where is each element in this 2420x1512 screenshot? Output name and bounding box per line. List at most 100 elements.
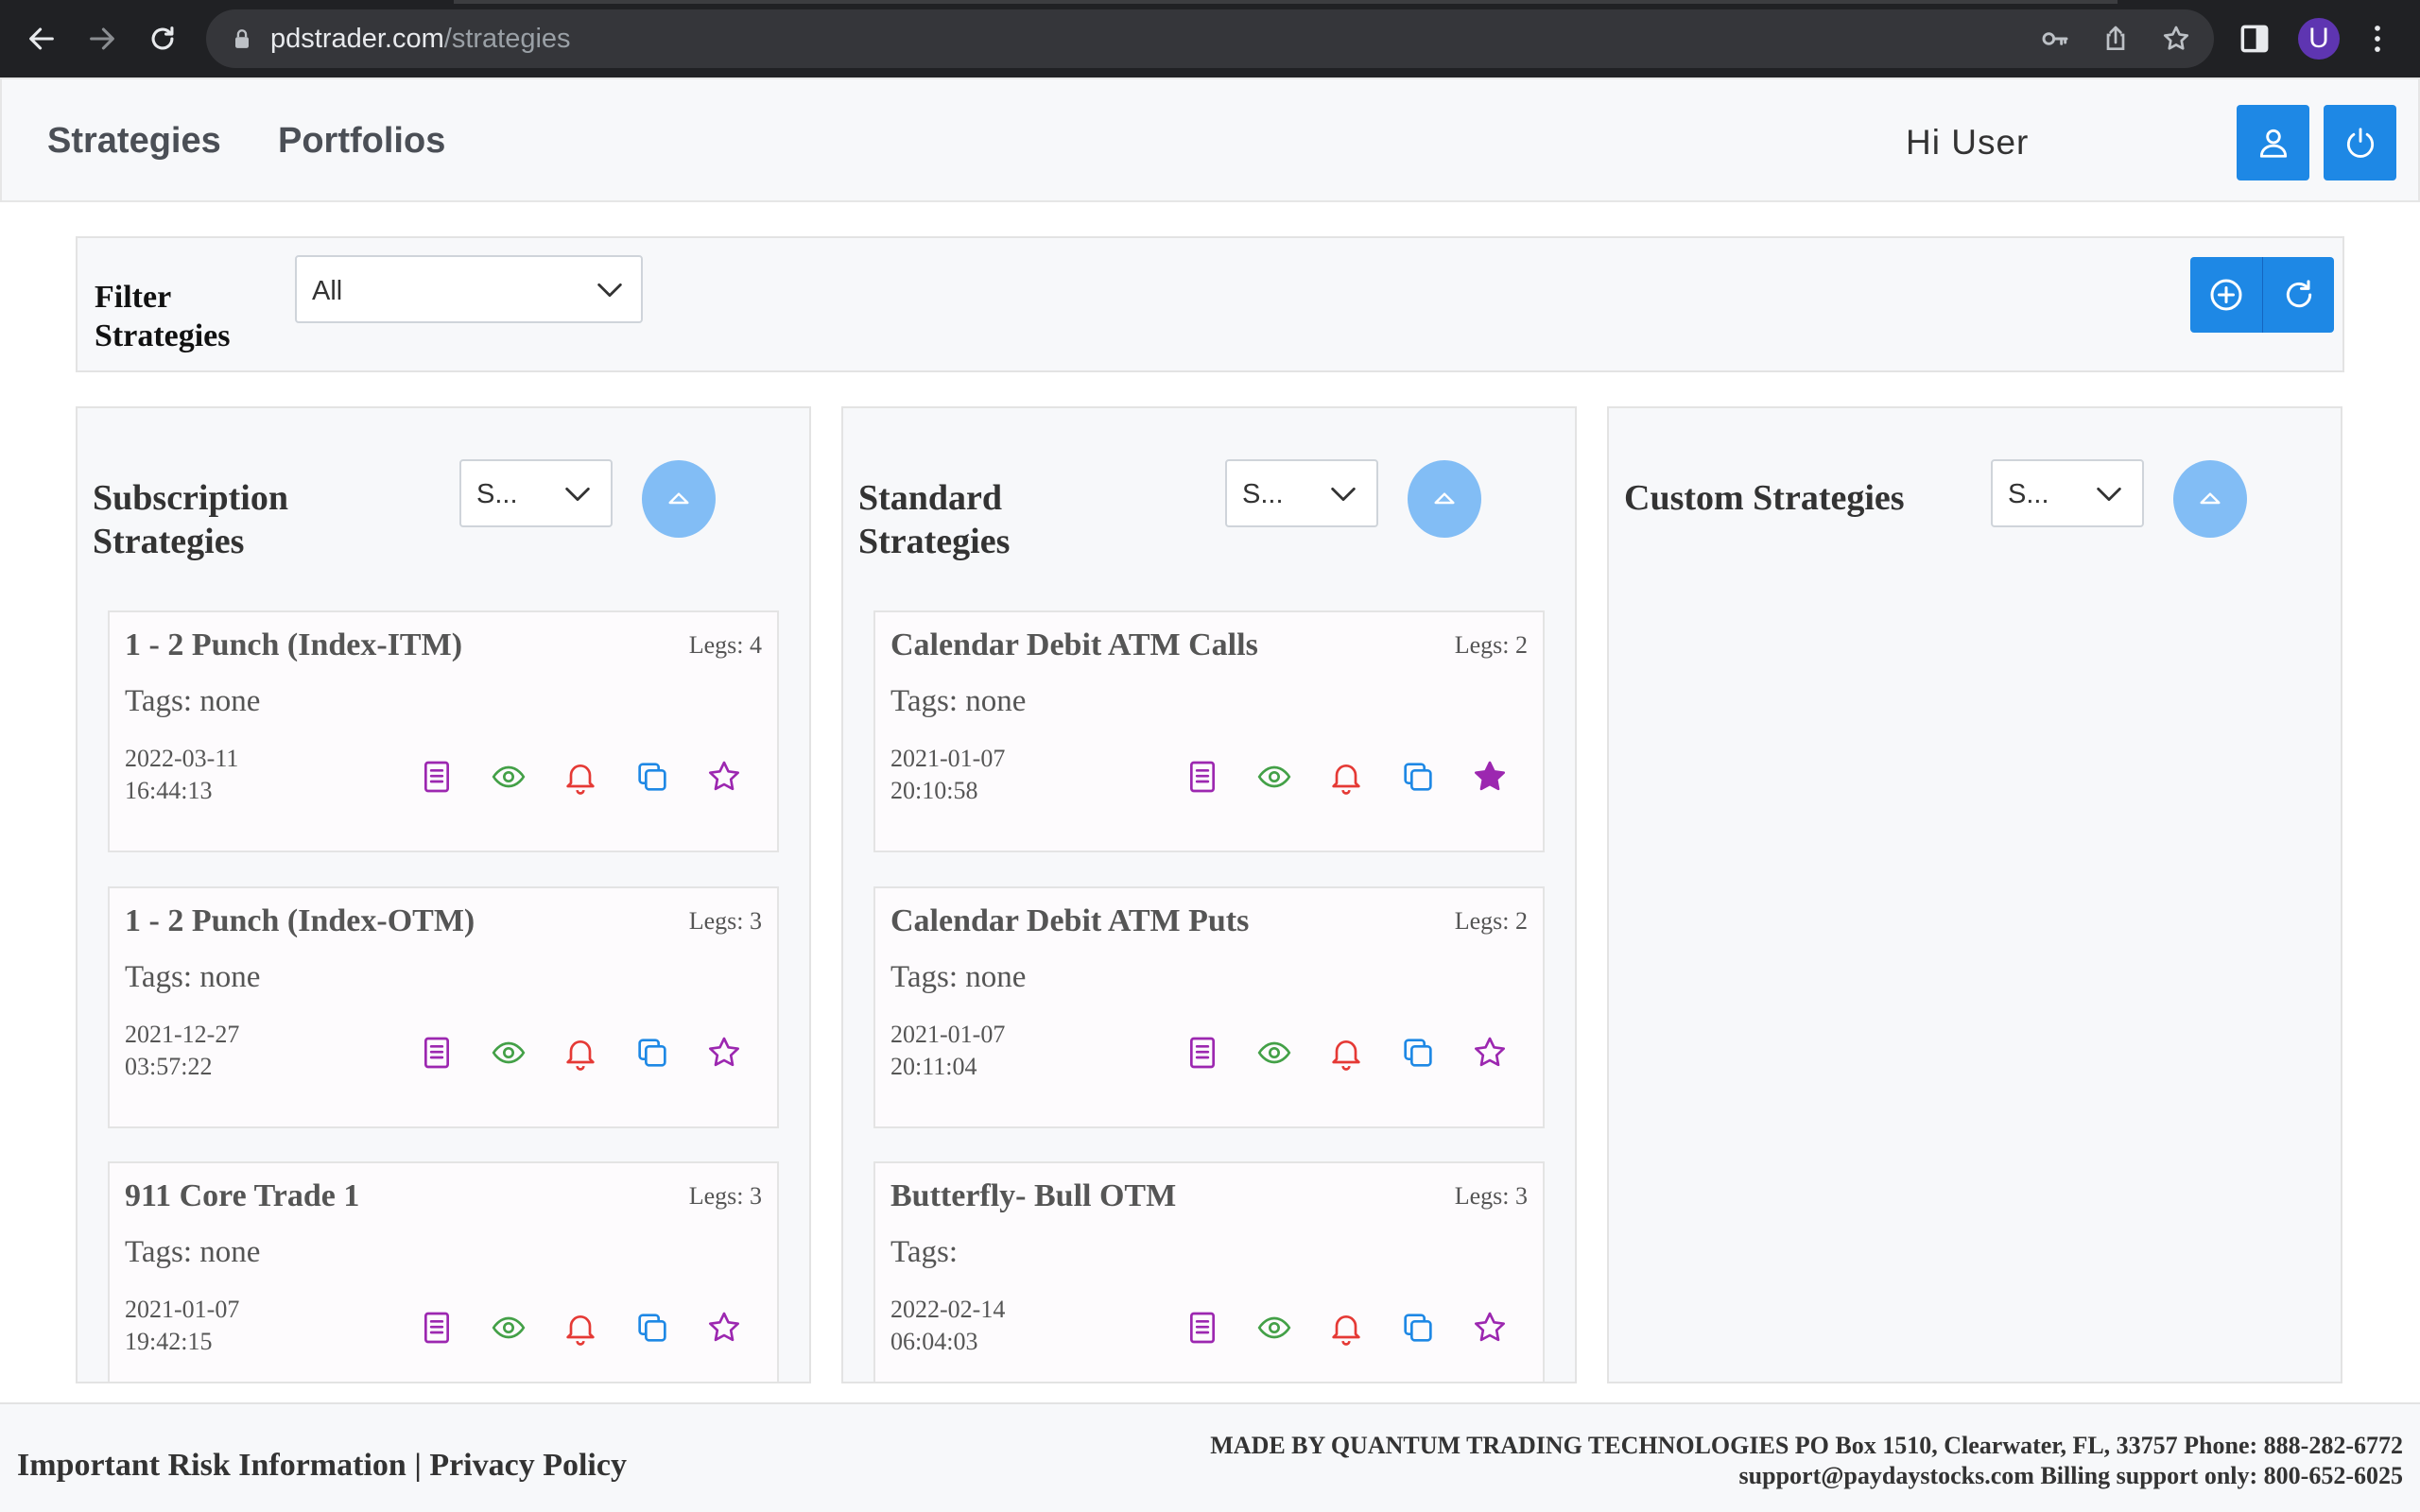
profile-button[interactable] (2237, 105, 2309, 180)
lock-icon (235, 29, 249, 48)
alert-button[interactable] (562, 1034, 599, 1072)
bell-icon (1332, 1040, 1360, 1071)
strategy-tags: Tags: none (125, 684, 261, 718)
back-button[interactable] (21, 18, 62, 60)
view-button[interactable] (490, 758, 527, 796)
favorite-button[interactable] (1471, 1309, 1509, 1347)
column-title-line1: Subscription (93, 478, 288, 518)
view-button[interactable] (1255, 758, 1293, 796)
strategy-tags: Tags: (890, 1235, 959, 1269)
filter-label-line1: Filter (95, 280, 172, 315)
add-strategy-button[interactable] (2190, 257, 2262, 333)
strategy-card[interactable]: Calendar Debit ATM Calls Legs: 2 Tags: non… (873, 610, 1545, 852)
legs-count: Legs: 4 (688, 631, 762, 659)
forward-button[interactable] (81, 18, 123, 60)
alert-button[interactable] (1327, 1034, 1365, 1072)
share-icon[interactable] (2100, 24, 2131, 54)
favorite-button[interactable] (705, 758, 743, 796)
copy-button[interactable] (633, 1309, 671, 1347)
favorite-button[interactable] (1471, 758, 1509, 796)
collapse-column-button[interactable] (642, 460, 716, 538)
bookmark-star-icon[interactable] (2161, 24, 2191, 54)
side-panel-icon[interactable] (2237, 21, 2273, 57)
reload-button[interactable] (142, 18, 183, 60)
view-button[interactable] (490, 1034, 527, 1072)
strategy-title[interactable]: 1 - 2 Punch (Index-ITM) (125, 627, 462, 663)
strategy-card[interactable]: 911 Core Trade 1 Legs: 3 Tags: none 2021-01… (108, 1161, 779, 1382)
standard-strategies-column: Standard Strategies S... Calendar Debit ATM… (841, 406, 1577, 1383)
collapse-column-button[interactable] (1408, 460, 1481, 538)
alert-button[interactable] (1327, 1309, 1365, 1347)
copy-button[interactable] (633, 1034, 671, 1072)
docs-button[interactable] (1184, 1309, 1221, 1347)
favorite-button[interactable] (1471, 1034, 1509, 1072)
nav-strategies[interactable]: Strategies (47, 121, 221, 162)
copy-button[interactable] (1399, 758, 1437, 796)
view-button[interactable] (1255, 1034, 1293, 1072)
strategy-tags: Tags: none (890, 960, 1027, 994)
menu-kebab-icon[interactable] (2360, 21, 2395, 57)
filter-label-line2: Strategies (95, 318, 231, 353)
strategy-title[interactable]: Butterfly- Bull OTM (890, 1178, 1176, 1214)
docs-button[interactable] (418, 1034, 456, 1072)
strategy-tags: Tags: none (125, 960, 261, 994)
sort-select[interactable]: S... (1991, 459, 2144, 527)
document-icon (1190, 1037, 1215, 1069)
view-button[interactable] (1255, 1309, 1293, 1347)
copy-button[interactable] (1399, 1034, 1437, 1072)
star-icon (709, 761, 739, 791)
strategy-card[interactable]: 1 - 2 Punch (Index-OTM) Legs: 3 Tags: none… (108, 886, 779, 1128)
strategy-time: 20:11:04 (890, 1053, 977, 1080)
strategy-date: 2022-03-11 (125, 745, 239, 772)
strategy-card[interactable]: 1 - 2 Punch (Index-ITM) Legs: 4 Tags: none… (108, 610, 779, 852)
alert-button[interactable] (562, 758, 599, 796)
collapse-column-button[interactable] (2173, 460, 2247, 538)
sort-select-value: S... (2008, 479, 2049, 509)
risk-information-link[interactable]: Important Risk Information (17, 1448, 406, 1483)
app-header: Strategies Portfolios Hi User (0, 77, 2420, 202)
favorite-button[interactable] (705, 1034, 743, 1072)
column-title-line1: Standard (858, 478, 1003, 518)
strategy-title[interactable]: Calendar Debit ATM Puts (890, 903, 1249, 939)
copy-button[interactable] (633, 758, 671, 796)
document-icon (424, 1312, 449, 1344)
address-bar[interactable]: pdstrader.com/strategies (206, 9, 2214, 68)
strategy-title[interactable]: 1 - 2 Punch (Index-OTM) (125, 903, 475, 939)
docs-button[interactable] (418, 1309, 456, 1347)
filter-label: Filter Strategies (95, 278, 231, 355)
sort-select[interactable]: S... (459, 459, 613, 527)
user-icon (2259, 129, 2287, 158)
url-text: pdstrader.com/strategies (270, 24, 571, 54)
sort-select-value: S... (1242, 479, 1284, 509)
custom-strategies-column: Custom Strategies S... (1607, 406, 2342, 1383)
filter-bar: Filter Strategies All (76, 236, 2344, 372)
strategy-timestamp: 2022-02-14 06:04:03 (890, 1294, 1005, 1358)
strategy-title[interactable]: 911 Core Trade 1 (125, 1178, 359, 1214)
strategy-time: 19:42:15 (125, 1328, 213, 1355)
document-icon (1190, 1312, 1215, 1344)
view-button[interactable] (490, 1309, 527, 1347)
strategy-card[interactable]: Butterfly- Bull OTM Legs: 3 Tags: 2022-02-1… (873, 1161, 1545, 1382)
key-icon[interactable] (2040, 24, 2070, 54)
privacy-policy-link[interactable]: Privacy Policy (429, 1448, 627, 1483)
alert-button[interactable] (1327, 758, 1365, 796)
filter-select[interactable]: All (295, 255, 643, 323)
docs-button[interactable] (1184, 1034, 1221, 1072)
refresh-button[interactable] (2262, 257, 2334, 333)
docs-button[interactable] (1184, 758, 1221, 796)
filter-select-value: All (312, 276, 343, 306)
alert-button[interactable] (562, 1309, 599, 1347)
profile-avatar[interactable]: U (2298, 18, 2340, 60)
nav-portfolios[interactable]: Portfolios (278, 121, 445, 162)
strategy-card[interactable]: Calendar Debit ATM Puts Legs: 2 Tags: none… (873, 886, 1545, 1128)
docs-button[interactable] (418, 758, 456, 796)
copy-button[interactable] (1399, 1309, 1437, 1347)
document-icon (1190, 761, 1215, 793)
star-icon (1475, 1312, 1505, 1342)
footer-separator: | (406, 1448, 430, 1483)
logout-button[interactable] (2324, 105, 2396, 180)
strategy-title[interactable]: Calendar Debit ATM Calls (890, 627, 1258, 663)
strategy-time: 03:57:22 (125, 1053, 213, 1080)
sort-select[interactable]: S... (1225, 459, 1378, 527)
favorite-button[interactable] (705, 1309, 743, 1347)
